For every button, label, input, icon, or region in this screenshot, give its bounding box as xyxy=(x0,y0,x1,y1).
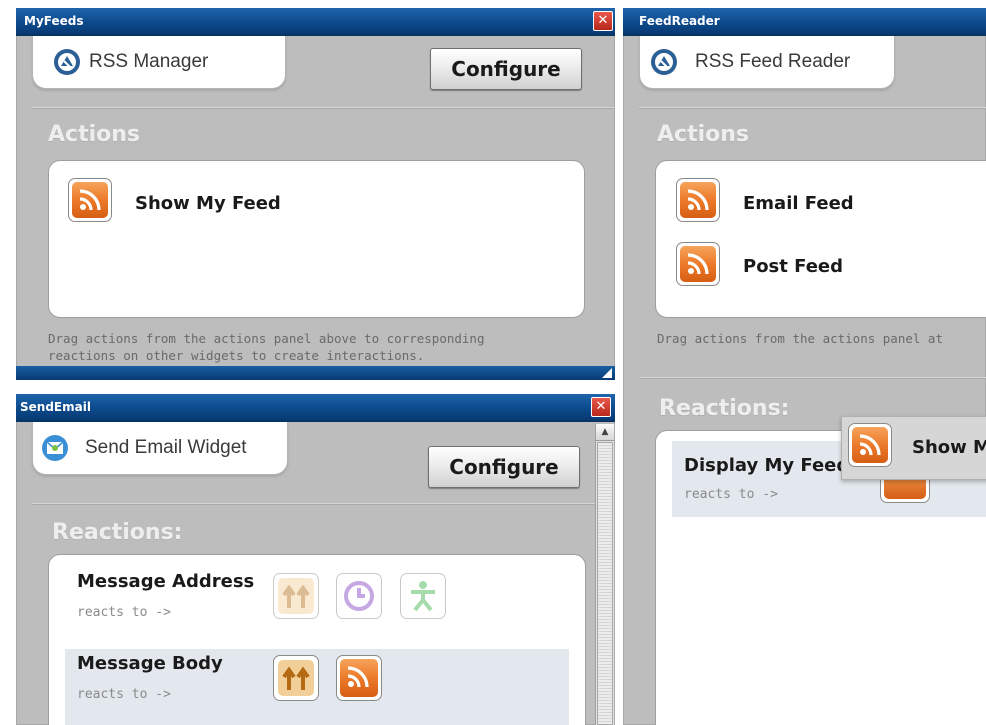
myfeeds-widget: MyFeeds ✕ RSS Manager Configure Actions … xyxy=(16,8,615,380)
sendemail-titlebar[interactable]: SendEmail ✕ xyxy=(16,394,615,422)
feedreader-titlebar[interactable]: FeedReader xyxy=(623,8,986,36)
myfeeds-bottom-bar xyxy=(16,366,615,380)
myfeeds-header-label: RSS Manager xyxy=(89,51,209,72)
resize-grip-icon[interactable] xyxy=(602,368,612,378)
feedreader-reactions-heading: Reactions: xyxy=(659,396,790,421)
message-body-label: Message Body xyxy=(77,653,223,674)
sendemail-reactions-panel: Message Address reacts to -> Message Bod… xyxy=(48,554,586,725)
feedreader-hint: Drag actions from the actions panel at xyxy=(657,331,943,346)
feedreader-separator xyxy=(639,107,986,109)
person-icon[interactable] xyxy=(400,573,446,619)
drag-ghost-label: Show M xyxy=(912,437,986,458)
sendemail-header-label: Send Email Widget xyxy=(85,437,247,458)
message-address-reacts: reacts to -> xyxy=(77,605,171,620)
rss-manager-logo-icon xyxy=(53,48,81,76)
feedreader-header: RSS Feed Reader xyxy=(639,36,895,89)
show-my-feed-label[interactable]: Show My Feed xyxy=(135,193,281,214)
feedreader-widget: FeedReader RSS Feed Reader Actions Email… xyxy=(623,8,986,725)
post-feed-label[interactable]: Post Feed xyxy=(743,256,843,277)
widget-divider xyxy=(615,0,623,725)
scroll-up-icon[interactable]: ▲ xyxy=(596,424,614,441)
message-body-reacts: reacts to -> xyxy=(77,687,171,702)
feedreader-separator-2 xyxy=(639,377,986,379)
myfeeds-actions-heading: Actions xyxy=(48,122,140,147)
message-address-label: Message Address xyxy=(77,571,255,592)
sendemail-widget: SendEmail ✕ Send Email Widget Configure … xyxy=(16,394,615,725)
feedreader-header-label: RSS Feed Reader xyxy=(695,51,851,72)
myfeeds-configure-button[interactable]: Configure xyxy=(430,48,582,90)
message-body-rss-icon[interactable] xyxy=(336,655,382,701)
myfeeds-title: MyFeeds xyxy=(24,14,84,28)
feedreader-actions-heading: Actions xyxy=(657,122,749,147)
sendemail-close-icon[interactable]: ✕ xyxy=(591,397,611,417)
sendemail-configure-button[interactable]: Configure xyxy=(428,446,580,488)
sendemail-scrollbar[interactable]: ▲ xyxy=(595,424,614,725)
myfeeds-separator xyxy=(32,107,615,109)
display-my-feed-reacts: reacts to -> xyxy=(684,487,778,502)
show-my-feed-rss-icon[interactable] xyxy=(68,178,112,222)
myfeeds-hint-line2: reactions on other widgets to create int… xyxy=(48,348,425,363)
post-feed-rss-icon[interactable] xyxy=(676,242,720,286)
display-my-feed-label: Display My Feed xyxy=(684,455,850,476)
myfeeds-titlebar[interactable]: MyFeeds ✕ xyxy=(16,8,615,36)
sendemail-reactions-heading: Reactions: xyxy=(52,520,183,545)
feedreader-title: FeedReader xyxy=(639,14,720,28)
feedreader-actions-panel: Email Feed Post Feed xyxy=(655,160,986,318)
myfeeds-close-icon[interactable]: ✕ xyxy=(593,11,613,31)
email-feed-label[interactable]: Email Feed xyxy=(743,193,854,214)
myfeeds-hint-line1: Drag actions from the actions panel abov… xyxy=(48,331,485,346)
send-email-logo-icon xyxy=(41,434,69,462)
rss-feed-reader-logo-icon xyxy=(650,48,678,76)
myfeeds-actions-panel: Show My Feed xyxy=(48,160,585,318)
message-body-arrows-up-icon[interactable] xyxy=(273,655,319,701)
sendemail-separator xyxy=(32,503,599,505)
scroll-thumb[interactable] xyxy=(597,442,613,725)
drag-ghost-rss-icon xyxy=(848,423,892,467)
sendemail-header: Send Email Widget xyxy=(32,422,288,475)
email-feed-rss-icon[interactable] xyxy=(676,178,720,222)
myfeeds-header: RSS Manager xyxy=(32,36,286,89)
arrows-up-icon[interactable] xyxy=(273,573,319,619)
sendemail-title: SendEmail xyxy=(20,400,91,414)
myfeeds-hint: Drag actions from the actions panel abov… xyxy=(48,330,608,364)
drag-ghost-show-my-feed[interactable]: Show M xyxy=(841,416,986,480)
clock-icon[interactable] xyxy=(336,573,382,619)
